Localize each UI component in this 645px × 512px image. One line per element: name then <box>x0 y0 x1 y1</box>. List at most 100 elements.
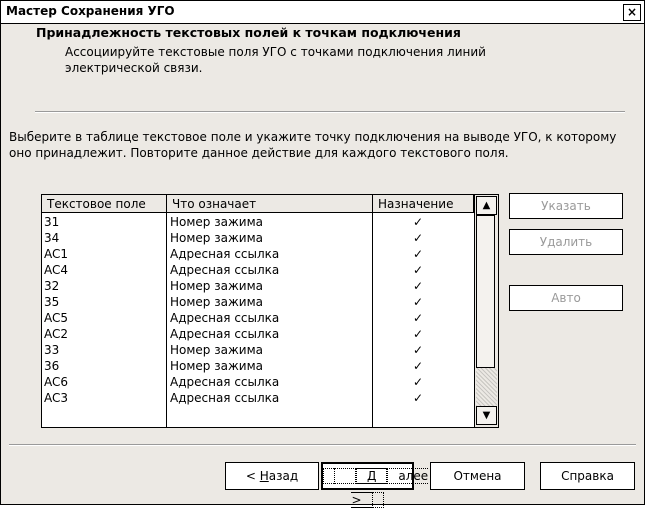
checkmark-icon: ✓ <box>412 343 424 357</box>
next-mnemonic: Д <box>356 468 388 484</box>
checkmark-icon: ✓ <box>412 279 424 293</box>
window-title: Мастер Сохранения УГО <box>6 4 175 18</box>
column-header-meaning[interactable]: Что означает <box>167 195 373 213</box>
cell-assigned: ✓ <box>373 294 474 310</box>
wizard-window: Мастер Сохранения УГО × Принадлежность т… <box>0 0 645 508</box>
table-row[interactable]: 31 Номер зажима ✓ <box>42 214 474 230</box>
specify-button[interactable]: Указать <box>509 193 623 219</box>
table-row[interactable]: 36 Номер зажима ✓ <box>42 358 474 374</box>
checkmark-icon: ✓ <box>412 375 424 389</box>
help-button[interactable]: Справка <box>540 462 635 490</box>
delete-button[interactable]: Удалить <box>509 229 623 255</box>
help-button-label: Справка <box>561 469 614 483</box>
table-row[interactable]: 32 Номер зажима ✓ <box>42 278 474 294</box>
table-row[interactable]: AC3 Адресная ссылка ✓ <box>42 390 474 406</box>
table-row[interactable]: 34 Номер зажима ✓ <box>42 230 474 246</box>
cancel-button-label: Отмена <box>453 469 502 483</box>
cell-meaning: Номер зажима <box>170 295 263 309</box>
header-separator <box>35 111 625 113</box>
cell-text-field: 35 <box>44 295 60 309</box>
cell-text-field: 33 <box>44 343 60 357</box>
cell-text-field: 36 <box>44 359 60 373</box>
cell-assigned: ✓ <box>373 374 474 390</box>
step-heading: Принадлежность текстовых полей к точкам … <box>36 25 461 40</box>
step-description: Ассоциируйте текстовые поля УГО с точкам… <box>65 45 486 75</box>
table-row[interactable]: AC6 Адресная ссылка ✓ <box>42 374 474 390</box>
cell-meaning: Адресная ссылка <box>170 327 280 341</box>
cell-meaning: Адресная ссылка <box>170 247 280 261</box>
back-prefix: < <box>245 469 260 483</box>
cell-text-field: AC4 <box>44 263 69 277</box>
back-rest: азад <box>268 469 299 483</box>
scroll-down-button[interactable]: ▼ <box>476 406 497 425</box>
cancel-button[interactable]: Отмена <box>430 462 525 490</box>
cell-meaning: Номер зажима <box>170 359 263 373</box>
checkmark-icon: ✓ <box>412 327 424 341</box>
column-header-label: Что означает <box>172 197 257 211</box>
auto-button[interactable]: Авто <box>509 285 623 311</box>
cell-assigned: ✓ <box>373 246 474 262</box>
table-row[interactable]: AC5 Адресная ссылка ✓ <box>42 310 474 326</box>
cell-meaning: Адресная ссылка <box>170 263 280 277</box>
cell-assigned: ✓ <box>373 342 474 358</box>
cell-assigned: ✓ <box>373 390 474 406</box>
cell-text-field: 31 <box>44 215 60 229</box>
cell-assigned: ✓ <box>373 262 474 278</box>
cell-text-field: 32 <box>44 279 60 293</box>
cell-text-field: 34 <box>44 231 60 245</box>
close-icon: × <box>626 5 638 19</box>
cell-assigned: ✓ <box>373 358 474 374</box>
scroll-track[interactable] <box>476 368 497 406</box>
checkmark-icon: ✓ <box>412 247 424 261</box>
column-header-field[interactable]: Текстовое поле <box>42 195 167 213</box>
cell-meaning: Номер зажима <box>170 231 263 245</box>
next-button[interactable]: Далее > <box>321 462 429 508</box>
footer-separator <box>9 444 636 446</box>
scroll-up-button[interactable]: ▲ <box>476 196 497 215</box>
cell-text-field: AC2 <box>44 327 69 341</box>
cell-assigned: ✓ <box>373 278 474 294</box>
arrow-up-icon: ▲ <box>482 200 491 211</box>
auto-button-label: Авто <box>551 291 581 305</box>
cell-text-field: AC6 <box>44 375 69 389</box>
table-row[interactable]: AC1 Адресная ссылка ✓ <box>42 246 474 262</box>
column-header-label: Текстовое поле <box>47 197 146 211</box>
next-prefix <box>334 468 356 484</box>
title-bar: Мастер Сохранения УГО × <box>1 1 644 24</box>
back-button[interactable]: < Назад <box>225 462 319 490</box>
instructions-text: Выберите в таблице текстовое поле и укаж… <box>9 130 617 160</box>
checkmark-icon: ✓ <box>412 311 424 325</box>
cell-meaning: Адресная ссылка <box>170 311 280 325</box>
back-mnemonic: Н <box>259 469 269 483</box>
vertical-scrollbar[interactable]: ▲ ▼ <box>474 195 498 427</box>
table-row[interactable]: 35 Номер зажима ✓ <box>42 294 474 310</box>
cell-assigned: ✓ <box>373 230 474 246</box>
delete-button-label: Удалить <box>539 235 593 249</box>
scroll-thumb[interactable] <box>476 215 495 368</box>
cell-meaning: Номер зажима <box>170 343 263 357</box>
close-button[interactable]: × <box>623 4 641 21</box>
checkmark-icon: ✓ <box>412 231 424 245</box>
table-row[interactable]: AC4 Адресная ссылка ✓ <box>42 262 474 278</box>
cell-meaning: Адресная ссылка <box>170 391 280 405</box>
column-header-assigned[interactable]: Назначение <box>373 195 474 213</box>
column-header-label: Назначение <box>378 197 454 211</box>
cell-text-field: AC1 <box>44 247 69 261</box>
next-focus-frame: Далее > <box>323 468 429 508</box>
cell-text-field: AC5 <box>44 311 69 325</box>
cell-assigned: ✓ <box>373 214 474 230</box>
specify-button-label: Указать <box>541 199 591 213</box>
cell-meaning: Номер зажима <box>170 279 263 293</box>
table-row[interactable]: AC2 Адресная ссылка ✓ <box>42 326 474 342</box>
checkmark-icon: ✓ <box>412 359 424 373</box>
arrow-down-icon: ▼ <box>482 410 491 421</box>
checkmark-icon: ✓ <box>412 215 424 229</box>
cell-assigned: ✓ <box>373 310 474 326</box>
cell-meaning: Номер зажима <box>170 215 263 229</box>
checkmark-icon: ✓ <box>412 391 424 405</box>
checkmark-icon: ✓ <box>412 263 424 277</box>
table-row[interactable]: 33 Номер зажима ✓ <box>42 342 474 358</box>
cell-assigned: ✓ <box>373 326 474 342</box>
text-fields-table[interactable]: Текстовое поле Что означает Назначение 3… <box>41 194 499 428</box>
checkmark-icon: ✓ <box>412 295 424 309</box>
